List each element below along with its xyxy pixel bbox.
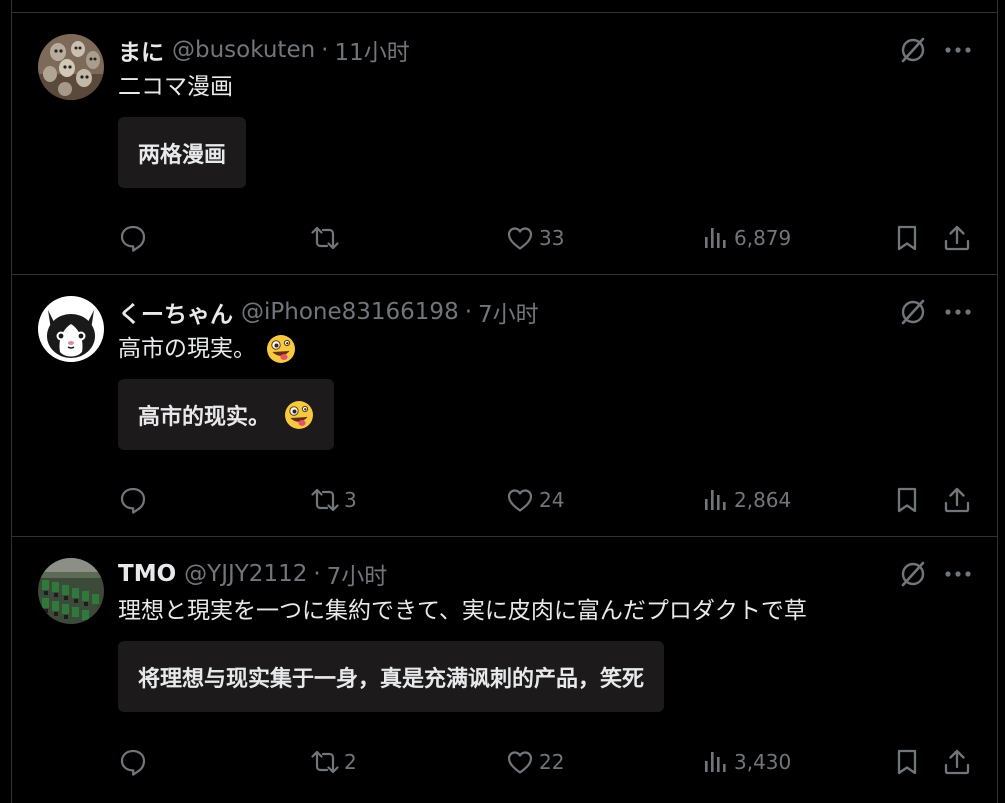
post[interactable]: TMO @YJJY2112 · 7小时 理想と現実を一つに集約できて、実に皮肉に… (12, 537, 997, 799)
grok-icon[interactable] (898, 559, 928, 589)
post-time[interactable]: 7小时 (327, 557, 388, 591)
translation-box: 将理想与现实集于一身，真是充满讽刺的产品，笑死 (118, 641, 665, 712)
views-button[interactable]: 3,430 (700, 746, 791, 778)
views-button[interactable]: 2,864 (700, 484, 791, 516)
share-icon (944, 487, 970, 513)
bookmark-icon (897, 749, 917, 775)
separator-dot: · (321, 37, 329, 63)
post-text-content: 理想と現実を一つに集約できて、実に皮肉に富んだプロダクトで草 (118, 598, 807, 624)
views-count: 6,879 (734, 226, 792, 250)
avatar[interactable] (38, 34, 104, 100)
repost-count: 2 (344, 750, 357, 774)
bookmark-icon (897, 225, 917, 251)
translation-text: 将理想与现实集于一身，真是充满讽刺的产品，笑死 (138, 666, 645, 692)
reply-button[interactable] (118, 484, 152, 516)
translation-text: 高市的现实。 (138, 404, 271, 430)
user-handle[interactable]: @busokuten (172, 37, 315, 63)
post-text-content: 高市の現実。 (118, 336, 256, 362)
bookmark-button[interactable] (892, 484, 922, 516)
display-name[interactable]: まに (118, 33, 164, 67)
share-button[interactable] (942, 484, 972, 516)
views-count: 3,430 (734, 750, 792, 774)
views-button[interactable]: 6,879 (700, 222, 791, 254)
heart-icon (507, 227, 533, 250)
post-time[interactable]: 7小时 (478, 295, 539, 329)
reply-icon (120, 487, 146, 514)
grok-icon[interactable] (898, 35, 928, 65)
like-count: 33 (539, 226, 565, 250)
post-header: まに @busokuten · 11小时 (118, 33, 410, 67)
display-name[interactable]: TMO (118, 561, 176, 587)
bookmark-button[interactable] (892, 746, 922, 778)
owls-photo-avatar (38, 34, 104, 100)
views-bar-chart-icon (705, 228, 726, 248)
action-bar: 3 24 2,864 (12, 484, 997, 516)
repost-icon (311, 226, 339, 250)
separator-dot: · (464, 299, 473, 325)
zany-face-emoji (267, 335, 295, 363)
display-name[interactable]: くーちゃん (118, 295, 233, 329)
views-count: 2,864 (734, 488, 792, 512)
avatar[interactable] (38, 296, 104, 362)
share-button[interactable] (942, 222, 972, 254)
green-machines-photo-avatar (38, 558, 104, 624)
reply-icon (120, 225, 146, 252)
separator-dot: · (313, 561, 321, 587)
action-bar: 2 22 3,430 (12, 746, 997, 778)
repost-button[interactable] (310, 222, 344, 254)
like-count: 22 (539, 750, 565, 774)
action-bar: 33 6,879 (12, 222, 997, 254)
repost-button[interactable]: 2 (310, 746, 357, 778)
share-button[interactable] (942, 746, 972, 778)
share-icon (944, 225, 970, 251)
user-handle[interactable]: @YJJY2112 (184, 561, 307, 587)
translation-text: 两格漫画 (138, 142, 227, 168)
repost-icon (311, 488, 339, 512)
like-button[interactable]: 24 (505, 484, 564, 516)
grok-icon[interactable] (898, 297, 928, 327)
post[interactable]: まに @busokuten · 11小时 二コマ漫画 两格漫画 33 6,879 (12, 13, 997, 275)
more-dots-icon[interactable] (943, 35, 973, 65)
user-handle[interactable]: @iPhone83166198 (241, 299, 459, 325)
heart-icon (507, 751, 533, 774)
heart-icon (507, 489, 533, 512)
zany-face-emoji (285, 400, 314, 429)
like-count: 24 (539, 488, 565, 512)
repost-count: 3 (344, 488, 357, 512)
more-dots-icon[interactable] (943, 559, 973, 589)
repost-icon (311, 750, 339, 774)
reply-button[interactable] (118, 222, 152, 254)
like-button[interactable]: 33 (505, 222, 564, 254)
repost-button[interactable]: 3 (310, 484, 357, 516)
post-text: 理想と現実を一つに集約できて、実に皮肉に富んだプロダクトで草 (118, 596, 807, 626)
post-text: 高市の現実。 (118, 334, 296, 364)
bookmark-button[interactable] (892, 222, 922, 254)
post-time[interactable]: 11小时 (334, 33, 409, 67)
post-header: TMO @YJJY2112 · 7小时 (118, 557, 388, 591)
avatar[interactable] (38, 558, 104, 624)
translation-box: 高市的现实。 (118, 379, 335, 450)
more-dots-icon[interactable] (943, 297, 973, 327)
views-bar-chart-icon (705, 752, 726, 772)
post-header: くーちゃん @iPhone83166198 · 7小时 (118, 295, 539, 329)
views-bar-chart-icon (705, 490, 726, 510)
post-text: 二コマ漫画 (118, 72, 233, 102)
translation-box: 两格漫画 (118, 117, 247, 188)
reply-icon (120, 749, 146, 776)
timeline: まに @busokuten · 11小时 二コマ漫画 两格漫画 33 6,879… (11, 0, 998, 803)
reply-button[interactable] (118, 746, 152, 778)
like-button[interactable]: 22 (505, 746, 564, 778)
share-icon (944, 749, 970, 775)
post-text-content: 二コマ漫画 (118, 74, 233, 100)
cartoon-cat-avatar (38, 296, 104, 362)
post[interactable]: くーちゃん @iPhone83166198 · 7小时 高市の現実。 高市的现实… (12, 275, 997, 537)
bookmark-icon (897, 487, 917, 513)
